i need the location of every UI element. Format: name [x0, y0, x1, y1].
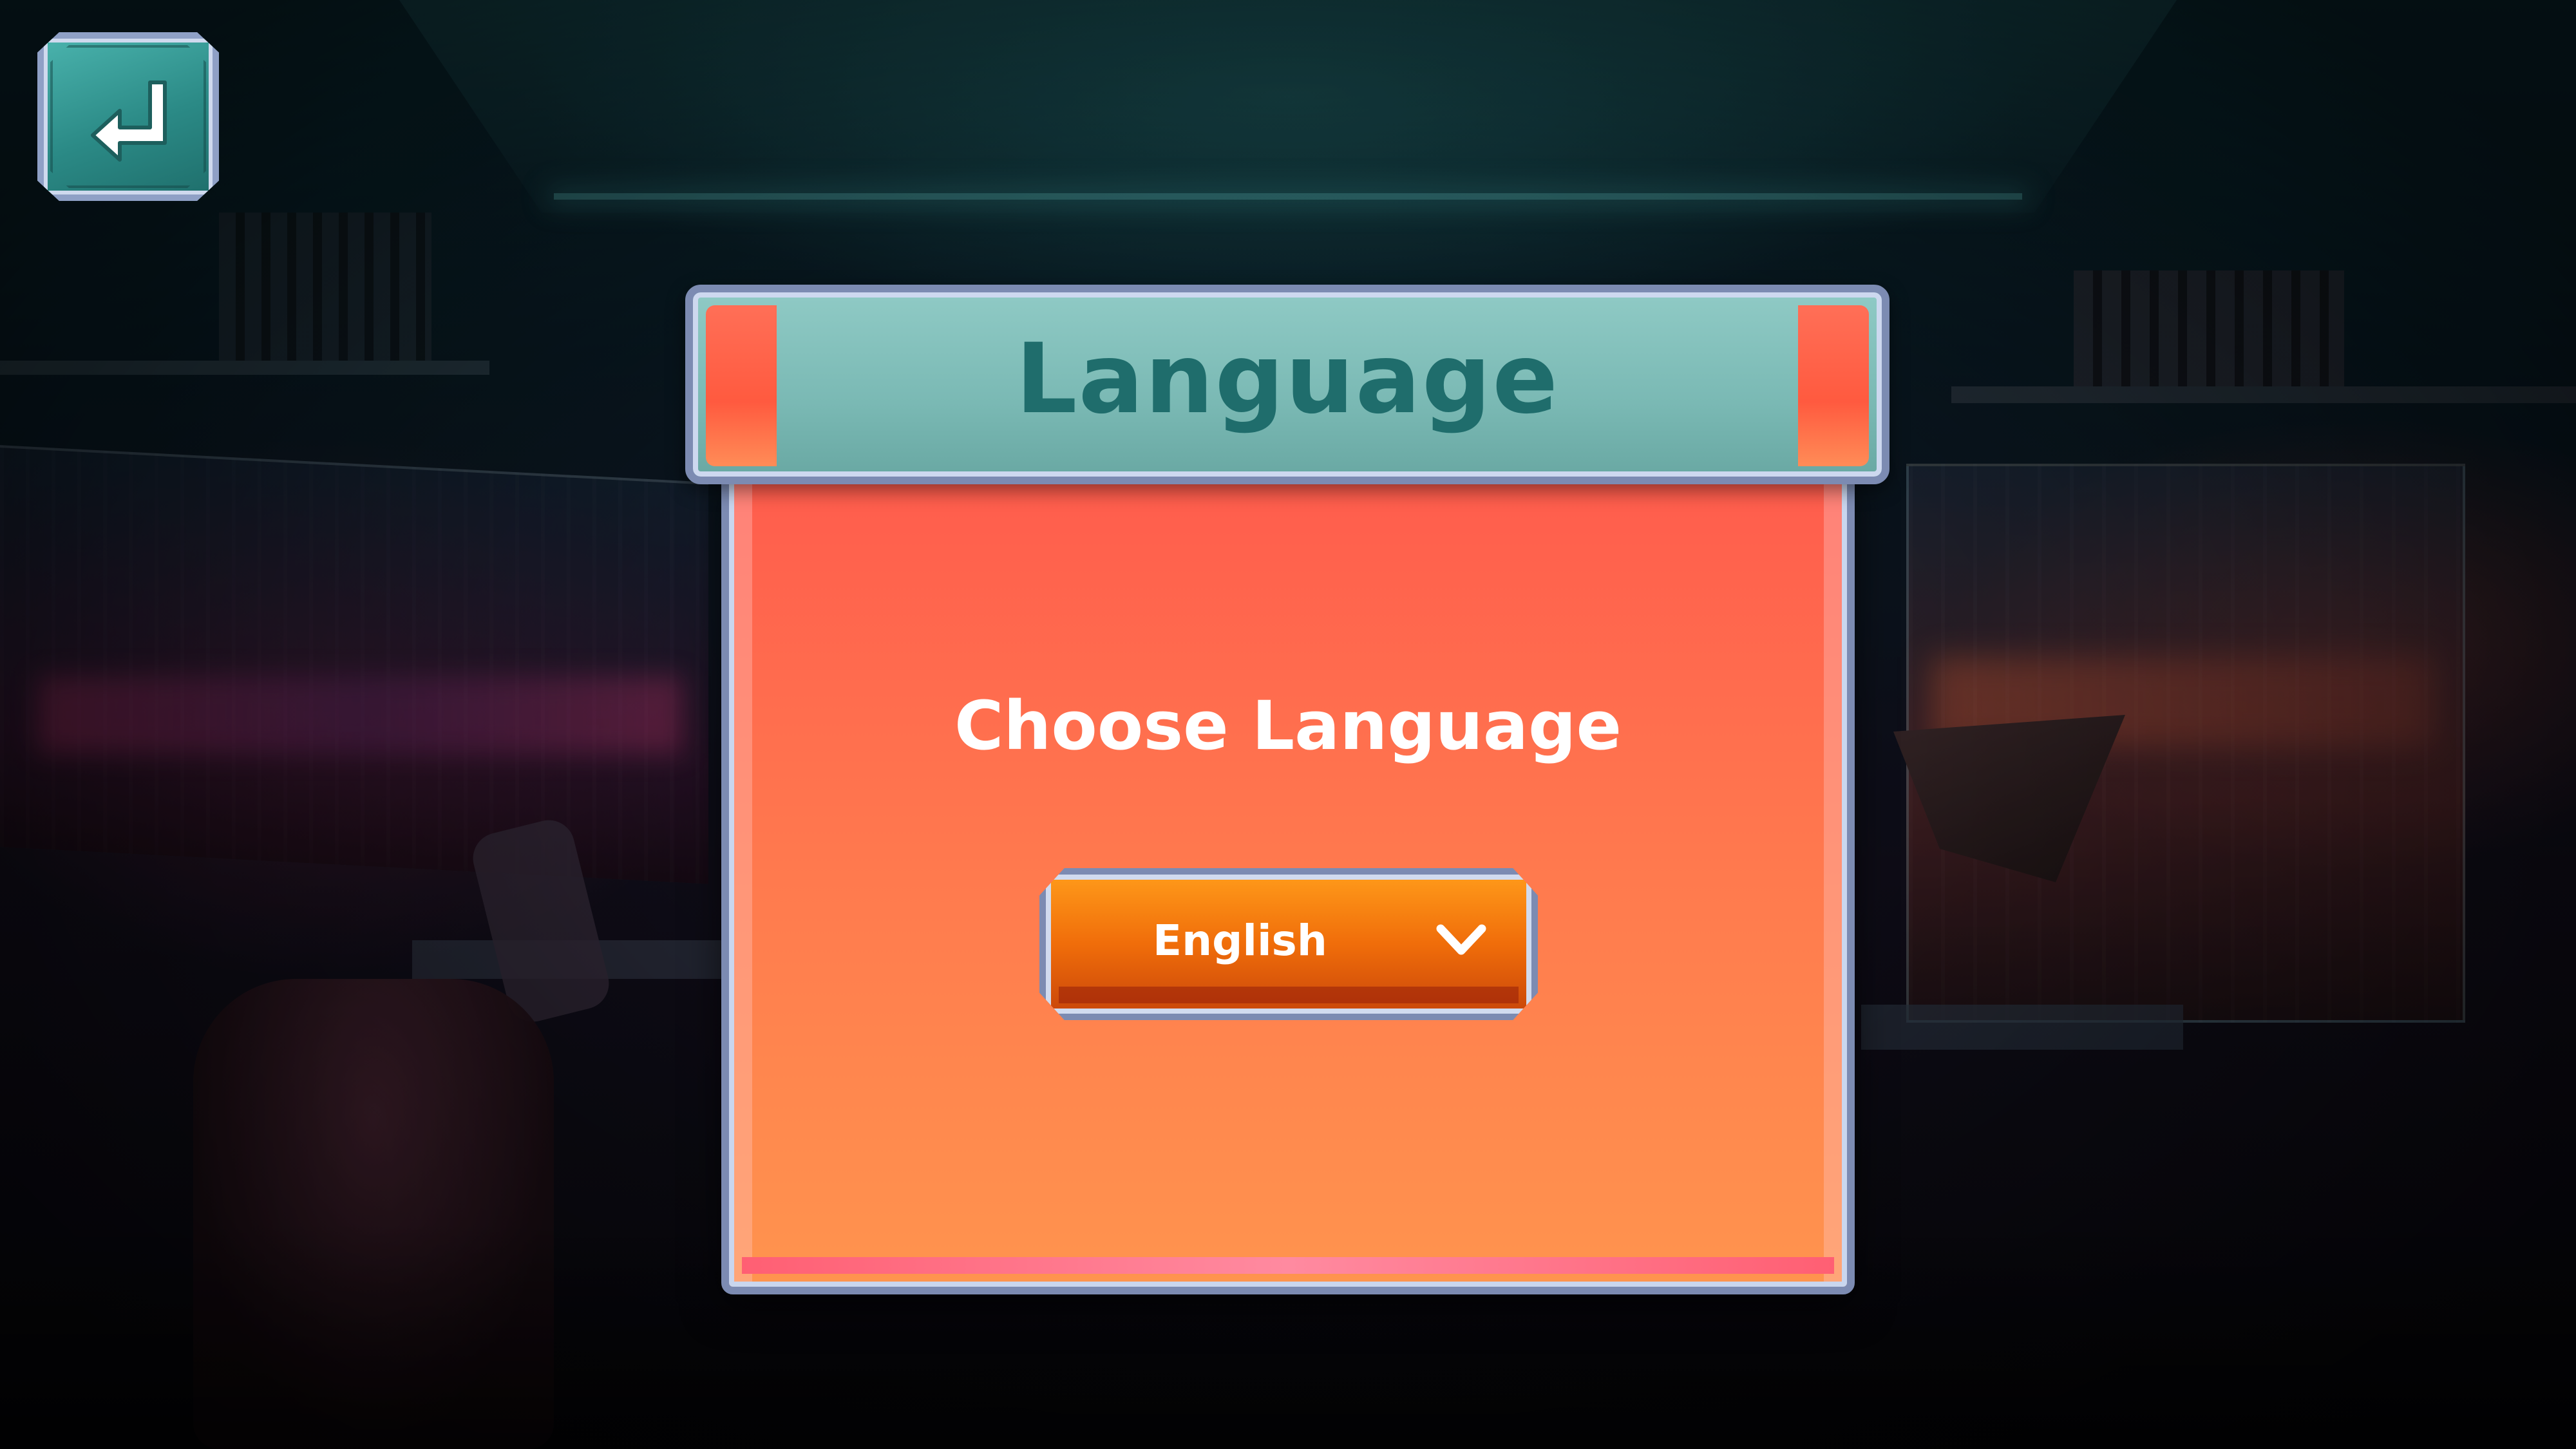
dialog-bottom-strip	[742, 1257, 1834, 1274]
chevron-down-icon	[1436, 924, 1486, 955]
back-button[interactable]	[37, 32, 219, 201]
language-select-value: English	[1153, 916, 1327, 965]
choose-language-label: Choose Language	[954, 687, 1622, 765]
return-arrow-icon	[91, 80, 167, 162]
language-select[interactable]: English	[1039, 868, 1538, 1020]
dialog-header: Language	[685, 285, 1889, 484]
dialog-title: Language	[1015, 323, 1560, 435]
